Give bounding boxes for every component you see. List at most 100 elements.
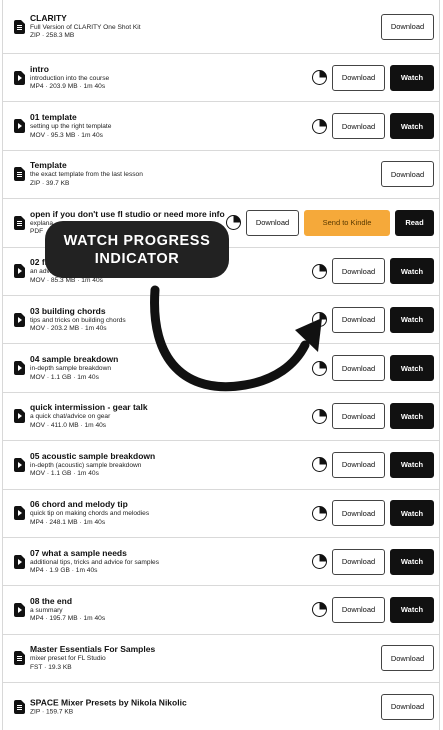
list-item: 01 template setting up the right template…	[3, 102, 439, 151]
item-description: quick tip on making chords and melodies	[30, 510, 150, 518]
item-description: tips and tricks on building chords	[30, 316, 126, 324]
item-title: open if you don't use fl studio or need …	[30, 208, 225, 219]
item-actions: Download	[381, 645, 434, 672]
list-item: Template the exact template from the last…	[3, 151, 439, 200]
item-actions: Download	[381, 693, 434, 720]
pdf-file-icon	[14, 215, 25, 230]
item-title: Template	[30, 160, 67, 171]
download-button[interactable]: Download	[332, 403, 385, 430]
watch-button[interactable]: Watch	[390, 451, 434, 478]
item-info: quick intermission - gear talk a quick ch…	[30, 402, 235, 430]
video-file-icon	[14, 264, 25, 279]
watch-progress-icon	[312, 263, 327, 279]
send-to-kindle-button[interactable]: Send to Kindle	[304, 209, 390, 236]
video-file-icon	[14, 409, 25, 424]
item-title: 04 sample breakdown	[30, 354, 119, 365]
item-meta: ZIP · 159.7 KB	[30, 708, 74, 716]
video-file-icon	[14, 312, 25, 327]
watch-button[interactable]: Watch	[390, 403, 434, 430]
item-actions: Download Watch	[312, 596, 434, 623]
item-info: 04 sample breakdown in-depth sample break…	[30, 354, 235, 382]
list-item: 06 chord and melody tip quick tip on maki…	[3, 490, 439, 538]
item-actions: Download Watch	[312, 355, 434, 382]
list-item: 08 the end a summary MP4 · 195.7 MB · 1m 4…	[3, 586, 439, 635]
read-button[interactable]: Read	[395, 209, 434, 236]
item-title: 01 template	[30, 112, 77, 123]
list-item: intro introduction into the course MP4 · 2…	[3, 54, 439, 103]
watch-progress-icon	[312, 408, 327, 424]
item-title: 07 what a sample needs	[30, 547, 127, 558]
watch-button[interactable]: Watch	[390, 113, 434, 140]
item-title: SPACE Mixer Presets by Nikola Nikolic	[30, 697, 187, 708]
item-title: intro	[30, 63, 49, 74]
item-info: SPACE Mixer Presets by Nikola Nikolic ZIP…	[30, 697, 235, 717]
list-item: CLARITY Full Version of CLARITY One Shot …	[3, 0, 439, 54]
file-list: CLARITY Full Version of CLARITY One Shot …	[2, 0, 440, 730]
item-info: Master Essentials For Samples mixer prese…	[30, 644, 235, 672]
watch-progress-icon	[312, 70, 327, 86]
item-actions: Download Watch	[312, 500, 434, 527]
item-info: CLARITY Full Version of CLARITY One Shot …	[30, 13, 235, 41]
download-button[interactable]: Download	[332, 548, 385, 575]
download-button[interactable]: Download	[332, 64, 385, 91]
watch-progress-icon	[312, 118, 327, 134]
item-meta: ZIP · 258.3 MB	[30, 32, 75, 39]
download-button[interactable]: Download	[332, 451, 385, 478]
download-button[interactable]: Download	[381, 13, 434, 40]
download-button[interactable]: Download	[332, 596, 385, 623]
watch-progress-icon	[226, 215, 241, 231]
download-button[interactable]: Download	[381, 161, 434, 188]
video-file-icon	[14, 506, 25, 521]
watch-button[interactable]: Watch	[390, 258, 434, 285]
annotation-line-1: WATCH PROGRESS	[63, 232, 211, 249]
download-button[interactable]: Download	[381, 693, 434, 720]
item-title: Master Essentials For Samples	[30, 644, 156, 655]
item-title: quick intermission - gear talk	[30, 402, 148, 413]
item-actions: Download Watch	[312, 113, 434, 140]
item-title: 05 acoustic sample breakdown	[30, 450, 156, 461]
watch-progress-icon	[312, 312, 327, 328]
item-info: intro introduction into the course MP4 · 2…	[30, 64, 235, 92]
zip-file-icon	[14, 167, 25, 182]
item-actions: Download Watch	[312, 258, 434, 285]
watch-button[interactable]: Watch	[390, 355, 434, 382]
item-description: in-depth sample breakdown	[30, 365, 112, 373]
item-actions: Download	[381, 161, 434, 188]
item-description: mixer preset for FL Studio	[30, 655, 106, 663]
item-meta: MP4 · 195.7 MB · 1m 40s	[30, 615, 106, 623]
video-file-icon	[14, 602, 25, 617]
item-title: 03 building chords	[30, 305, 106, 316]
item-actions: Download Watch	[312, 306, 434, 333]
download-button[interactable]: Download	[246, 209, 299, 236]
watch-button[interactable]: Watch	[390, 500, 434, 527]
watch-button[interactable]: Watch	[390, 64, 434, 91]
list-item: Master Essentials For Samples mixer prese…	[3, 635, 439, 684]
item-actions: Download Watch	[312, 451, 434, 478]
download-button[interactable]: Download	[381, 645, 434, 672]
item-description: introduction into the course	[30, 74, 110, 82]
zip-file-icon	[14, 699, 25, 714]
watch-button[interactable]: Watch	[390, 548, 434, 575]
watch-button[interactable]: Watch	[390, 306, 434, 333]
item-meta: MP4 · 248.1 MB · 1m 40s	[30, 518, 106, 526]
video-file-icon	[14, 457, 25, 472]
item-meta: MP4 · 1.9 GB · 1m 40s	[30, 567, 98, 575]
download-button[interactable]: Download	[332, 113, 385, 140]
list-item: quick intermission - gear talk a quick ch…	[3, 393, 439, 442]
download-button[interactable]: Download	[332, 355, 385, 382]
item-meta: MP4 · 203.9 MB · 1m 40s	[30, 83, 106, 91]
annotation-callout: WATCH PROGRESS INDICATOR	[45, 221, 229, 278]
download-button[interactable]: Download	[332, 500, 385, 527]
video-file-icon	[14, 554, 25, 569]
item-description: the exact template from the last lesson	[30, 171, 143, 179]
preset-file-icon	[14, 651, 25, 666]
item-actions: Download Watch	[312, 64, 434, 91]
annotation-line-2: INDICATOR	[94, 250, 180, 267]
watch-button[interactable]: Watch	[390, 596, 434, 623]
list-item: 05 acoustic sample breakdown in-depth (ac…	[3, 441, 439, 490]
item-info: Template the exact template from the last…	[30, 160, 235, 188]
item-meta: ZIP · 39.7 KB	[30, 179, 70, 187]
item-info: 01 template setting up the right template…	[30, 112, 235, 140]
download-button[interactable]: Download	[332, 306, 385, 333]
download-button[interactable]: Download	[332, 258, 385, 285]
